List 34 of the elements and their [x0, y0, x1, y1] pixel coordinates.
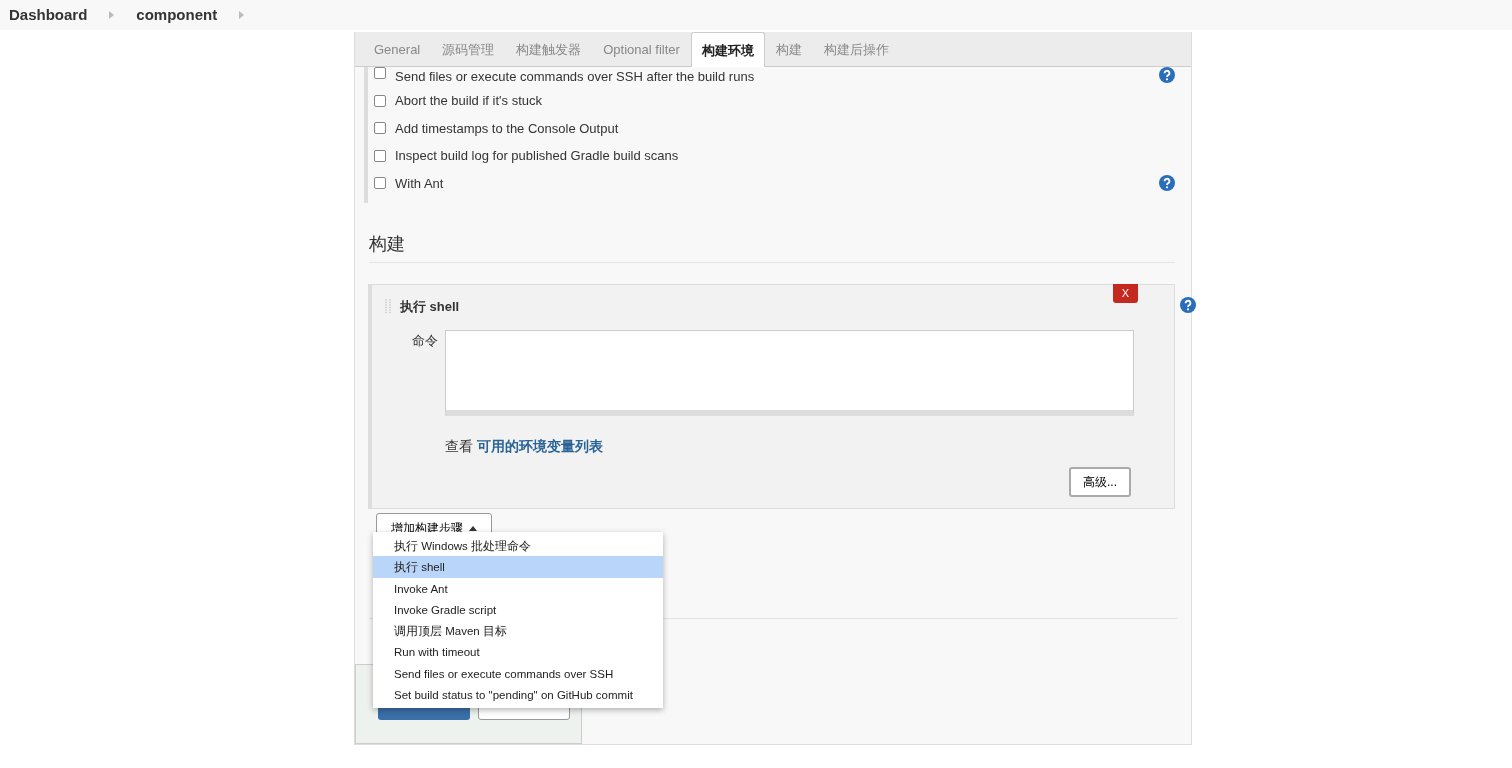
menu-item[interactable]: Invoke Ant	[373, 577, 663, 599]
tab[interactable]: 构建环境	[690, 31, 765, 67]
env-vars-link[interactable]: 可用的环境变量列表	[476, 437, 603, 454]
menu-item[interactable]: 调用顶层 Maven 目标	[373, 620, 663, 642]
help-icon[interactable]	[1180, 297, 1196, 313]
checkbox[interactable]	[374, 67, 386, 79]
drag-handle-icon[interactable]	[384, 298, 392, 315]
advanced-button[interactable]: 高级...	[1069, 466, 1131, 497]
checkbox-label: Send files or execute commands over SSH after the build runs	[395, 68, 756, 86]
menu-item[interactable]: Send files or execute commands over SSH	[373, 662, 663, 685]
menu-item[interactable]: Run with timeout	[373, 641, 663, 663]
checkbox-label: Inspect build log for published Gradle build scans	[395, 147, 680, 165]
hint-text: 查看 可用的环境变量列表	[445, 436, 604, 456]
menu-item[interactable]: Set build status to "pending" on GitHub commit	[373, 684, 663, 706]
checkbox[interactable]	[374, 94, 386, 107]
chevron-icon[interactable]	[109, 11, 115, 19]
checkbox-label: Add timestamps to the Console Output	[395, 119, 620, 138]
chevron-icon[interactable]	[239, 11, 245, 19]
checkbox[interactable]	[374, 122, 386, 135]
breadcrumb-link[interactable]: Dashboard	[9, 3, 88, 27]
section-heading: 构建	[369, 231, 1175, 263]
checkbox-label: Abort the build if it's stuck	[395, 92, 543, 110]
breadcrumb-link[interactable]: component	[136, 3, 218, 27]
field-label: 命令	[412, 331, 439, 350]
menu-item[interactable]: Invoke Gradle script	[373, 598, 663, 621]
help-icon[interactable]	[1159, 175, 1175, 192]
checkbox[interactable]	[374, 149, 386, 162]
command-field[interactable]	[445, 329, 1134, 416]
menu-item[interactable]: 执行 shell	[373, 556, 663, 578]
checkbox-label: With Ant	[395, 174, 445, 193]
delete-button[interactable]: X	[1112, 284, 1138, 303]
step-title: 执行 shell	[400, 298, 460, 316]
checkbox[interactable]	[374, 177, 386, 190]
help-icon[interactable]	[1159, 67, 1175, 83]
